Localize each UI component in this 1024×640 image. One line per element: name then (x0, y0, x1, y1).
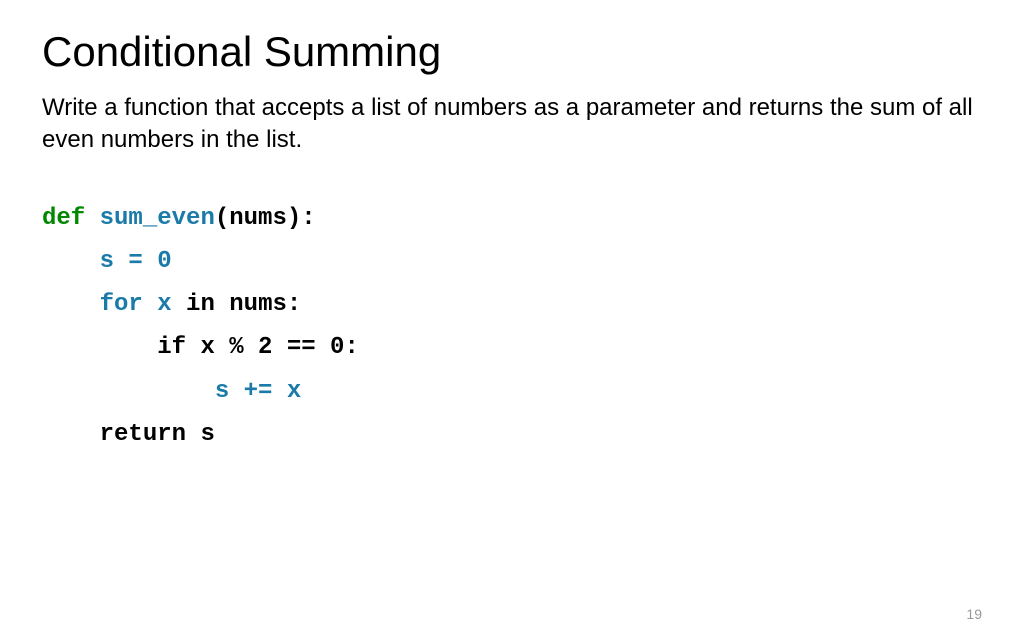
code-line-4: if x % 2 == 0: (42, 326, 982, 369)
indent (42, 378, 215, 405)
code-line-6: return s (42, 413, 982, 456)
keyword-if: if (157, 334, 186, 361)
assignment: s = 0 (100, 248, 172, 275)
paren-close: ) (287, 205, 301, 232)
code-line-5: s += x (42, 370, 982, 413)
colon: : (301, 205, 315, 232)
page-number: 19 (966, 606, 982, 622)
keyword-return: return (100, 421, 186, 448)
keyword-in: in (186, 291, 215, 318)
increment: s += x (215, 378, 301, 405)
space (186, 421, 200, 448)
keyword-for: for (100, 291, 143, 318)
code-line-3: for x in nums: (42, 283, 982, 326)
function-name: sum_even (100, 205, 215, 232)
space (143, 291, 157, 318)
colon: : (287, 291, 301, 318)
param-name: nums (229, 205, 287, 232)
code-line-1: def sum_even(nums): (42, 197, 982, 240)
code-line-2: s = 0 (42, 240, 982, 283)
space (172, 291, 186, 318)
colon: : (344, 334, 358, 361)
return-value: s (200, 421, 214, 448)
paren-open: ( (215, 205, 229, 232)
iterable: nums (229, 291, 287, 318)
keyword-def: def (42, 205, 85, 232)
indent (42, 291, 100, 318)
space (186, 334, 200, 361)
condition: x % 2 == 0 (200, 334, 344, 361)
space (215, 291, 229, 318)
slide-description: Write a function that accepts a list of … (42, 92, 982, 157)
code-block: def sum_even(nums): s = 0 for x in nums:… (42, 197, 982, 456)
slide-title: Conditional Summing (42, 28, 982, 76)
loop-var: x (157, 291, 171, 318)
indent (42, 248, 100, 275)
indent (42, 334, 157, 361)
indent (42, 421, 100, 448)
space (85, 205, 99, 232)
